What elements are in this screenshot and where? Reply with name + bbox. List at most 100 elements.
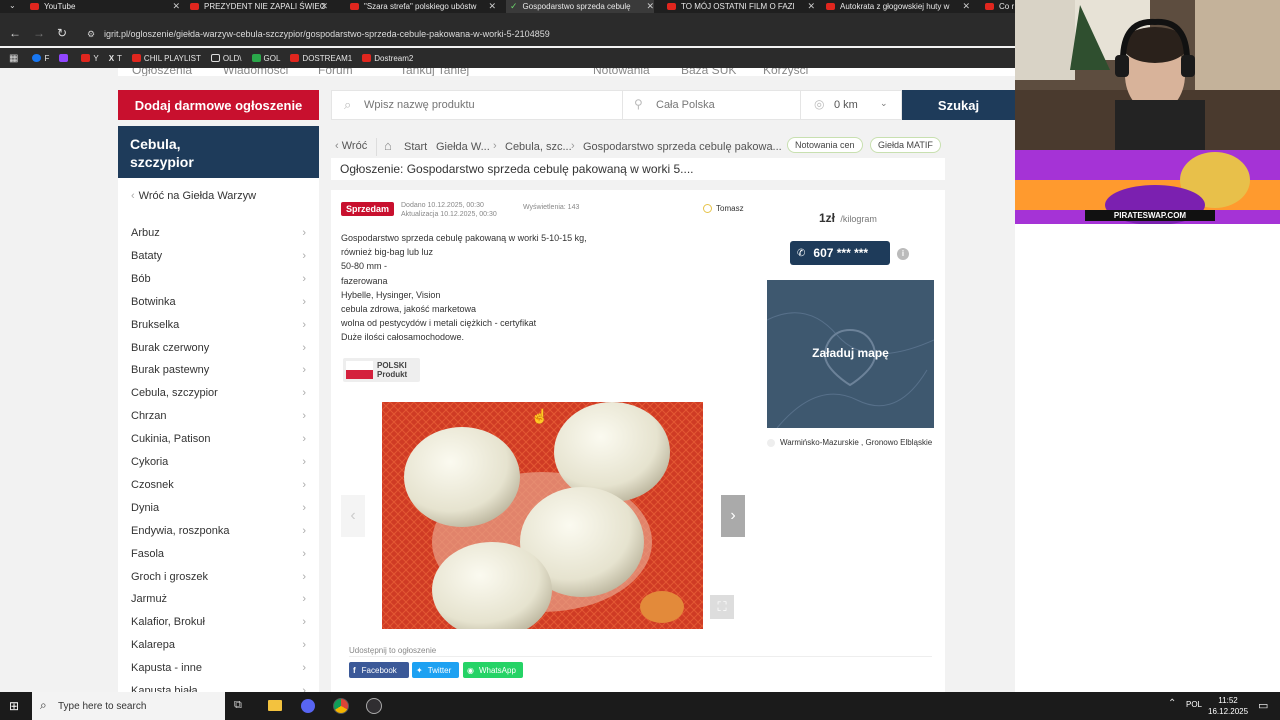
sidebar-item[interactable]: Cebula, szczypior ›	[131, 387, 306, 399]
chrome-icon[interactable]	[333, 698, 349, 714]
bookmark-chil-playlist[interactable]: CHIL PLAYLIST	[131, 54, 201, 63]
bookmark-old[interactable]: OLD\	[210, 54, 242, 63]
chevron-right-icon: ›	[493, 140, 497, 152]
close-icon[interactable]: ✕	[172, 1, 180, 12]
close-icon[interactable]: ✕	[962, 1, 970, 12]
nav-wiadomosci[interactable]: Wiadomości	[223, 68, 288, 76]
share-facebook-button[interactable]: f Facebook	[349, 662, 409, 678]
chevron-right-icon: ›	[302, 227, 306, 239]
sidebar-item[interactable]: Kalarepa ›	[131, 639, 306, 651]
sidebar-item[interactable]: Endywia, roszponka ›	[131, 525, 306, 537]
product-search-input[interactable]	[364, 96, 614, 114]
sidebar-item[interactable]: Botwinka ›	[131, 296, 306, 308]
chevron-down-icon[interactable]: ⌄	[880, 98, 888, 109]
sidebar-item[interactable]: Czosnek ›	[131, 479, 306, 491]
sidebar-item[interactable]: Kalafior, Brokuł ›	[131, 616, 306, 628]
breadcrumb-start[interactable]: Start	[404, 141, 427, 153]
nav-notowania[interactable]: Notowania	[593, 68, 650, 76]
windows-start-icon[interactable]: ⊞	[9, 699, 19, 713]
back-to-market-link[interactable]: ‹ Wróć na Giełda Warzyw	[131, 190, 256, 202]
fullscreen-icon[interactable]: ⛶	[710, 595, 734, 619]
previous-photo-button[interactable]: ‹	[341, 495, 365, 537]
breadcrumb-gielda[interactable]: Giełda W...	[436, 141, 490, 153]
tab-gospodarstwo[interactable]: ✓ Gospodarstwo sprzeda cebulę ✕	[506, 0, 654, 13]
tab-prezydent[interactable]: PREZYDENT NIE ZAPALI ŚWIEC ✕	[190, 0, 328, 13]
close-icon[interactable]: ✕	[646, 1, 654, 12]
close-icon[interactable]: ✕	[488, 1, 496, 12]
nav-forum[interactable]: Forum	[318, 68, 353, 76]
chevron-up-icon[interactable]: ⌃	[1168, 698, 1176, 709]
home-icon[interactable]: ⌂	[384, 138, 392, 153]
location-pin-icon: ⚲	[634, 97, 643, 111]
app-icon-discord[interactable]	[301, 699, 315, 713]
sidebar-item[interactable]: Burak pastewny ›	[131, 364, 306, 376]
nav-korzysci[interactable]: Korzyści	[763, 68, 808, 76]
bookmark-dostream1[interactable]: DOSTREAM1	[290, 54, 352, 63]
forward-icon[interactable]: →	[33, 26, 45, 40]
price-quotes-pill[interactable]: Notowania cen	[787, 137, 863, 153]
tab-szara-strefa[interactable]: "Szara strefa" polskiego ubóstw ✕	[350, 0, 496, 13]
tab-search-icon[interactable]: ⌄	[9, 1, 16, 10]
sidebar-item[interactable]: Fasola ›	[131, 548, 306, 560]
listing-photo[interactable]	[382, 402, 703, 629]
nav-tankuj[interactable]: Tańkuj Taniej	[400, 68, 469, 76]
info-icon[interactable]: i	[897, 248, 909, 260]
category-title-line1: Cebula,	[130, 136, 181, 152]
nav-ogloszenia[interactable]: Ogłoszenia	[132, 68, 192, 76]
sidebar-item[interactable]: Brukselka ›	[131, 319, 306, 331]
clock[interactable]: 11:52 16.12.2025	[1208, 695, 1248, 717]
close-icon[interactable]: ✕	[320, 1, 328, 12]
reload-icon[interactable]: ↻	[57, 26, 67, 40]
seller-status-icon	[703, 204, 712, 213]
phone-button[interactable]: ✆ 607 *** ***	[790, 241, 890, 265]
sidebar-item[interactable]: Chrzan ›	[131, 410, 306, 422]
url-field[interactable]: ⚙ igrit.pl/ogloszenie/giełda-warzyw-cebu…	[80, 26, 1020, 42]
back-icon[interactable]: ←	[9, 26, 21, 40]
sidebar-item[interactable]: Kapusta biała ›	[131, 685, 306, 692]
task-view-icon[interactable]: ⧉	[234, 699, 242, 712]
close-icon[interactable]: ✕	[807, 1, 815, 12]
site-info-icon[interactable]: ⚙	[87, 26, 95, 42]
description-line: fazerowana	[341, 275, 388, 286]
matif-pill[interactable]: Giełda MATIF	[870, 137, 941, 153]
next-photo-button[interactable]: ›	[721, 495, 745, 537]
sidebar-item[interactable]: Jarmuż ›	[131, 593, 306, 605]
language-indicator[interactable]: POL	[1186, 700, 1202, 709]
back-link[interactable]: ‹ Wróć	[335, 140, 367, 152]
add-free-listing-button[interactable]: Dodaj darmowe ogłoszenie	[118, 90, 319, 120]
radius-select[interactable]: 0 km	[834, 99, 858, 111]
tab-autokrata[interactable]: Autokrata z głogowskiej huty w ✕	[826, 0, 970, 13]
sidebar-item[interactable]: Dynia ›	[131, 502, 306, 514]
sidebar-item[interactable]: Groch i groszek ›	[131, 571, 306, 583]
sidebar-item[interactable]: Bataty ›	[131, 250, 306, 262]
nav-baza[interactable]: Baza SUK	[681, 68, 736, 76]
share-whatsapp-button[interactable]: ◉ WhatsApp	[463, 662, 523, 678]
bookmark-y[interactable]: Y	[81, 54, 99, 63]
sidebar-item[interactable]: Bób ›	[131, 273, 306, 285]
apps-icon[interactable]: ▦	[9, 53, 18, 64]
breadcrumb-cebula[interactable]: Cebula, szc...	[505, 141, 572, 153]
tab-co[interactable]: Co r	[985, 0, 1015, 13]
file-explorer-icon[interactable]	[268, 700, 282, 711]
bookmark-gol[interactable]: GOL	[251, 54, 280, 63]
sidebar-item[interactable]: Burak czerwony ›	[131, 342, 306, 354]
sidebar-item[interactable]: Kapusta - inne ›	[131, 662, 306, 674]
sidebar-item[interactable]: Cukinia, Patison ›	[131, 433, 306, 445]
share-twitter-button[interactable]: ✦ Twitter	[412, 662, 459, 678]
bookmark-twitch[interactable]	[59, 54, 71, 62]
taskbar-search-box[interactable]: ⌕ Type here to search	[32, 692, 225, 720]
bookmark-t[interactable]: XT	[109, 54, 122, 63]
load-map-button[interactable]: Załaduj mapę	[767, 346, 934, 360]
bookmark-f[interactable]: F	[32, 54, 49, 63]
notifications-icon[interactable]: ▭	[1258, 699, 1268, 712]
bookmark-dostream2[interactable]: Dostream2	[362, 54, 413, 63]
tab-ostatni-film[interactable]: TO MÓJ OSTATNI FILM O FAZI ✕	[667, 0, 815, 13]
search-button[interactable]: Szukaj	[902, 90, 1015, 120]
obs-icon[interactable]	[366, 698, 382, 714]
seller-name[interactable]: Tomasz	[716, 204, 744, 213]
sidebar-item[interactable]: Cykoria ›	[131, 456, 306, 468]
tab-youtube[interactable]: YouTube ✕	[30, 0, 180, 13]
sidebar-item[interactable]: Arbuz ›	[131, 227, 306, 239]
location-field[interactable]: Cała Polska	[656, 99, 715, 111]
divider	[349, 656, 932, 657]
